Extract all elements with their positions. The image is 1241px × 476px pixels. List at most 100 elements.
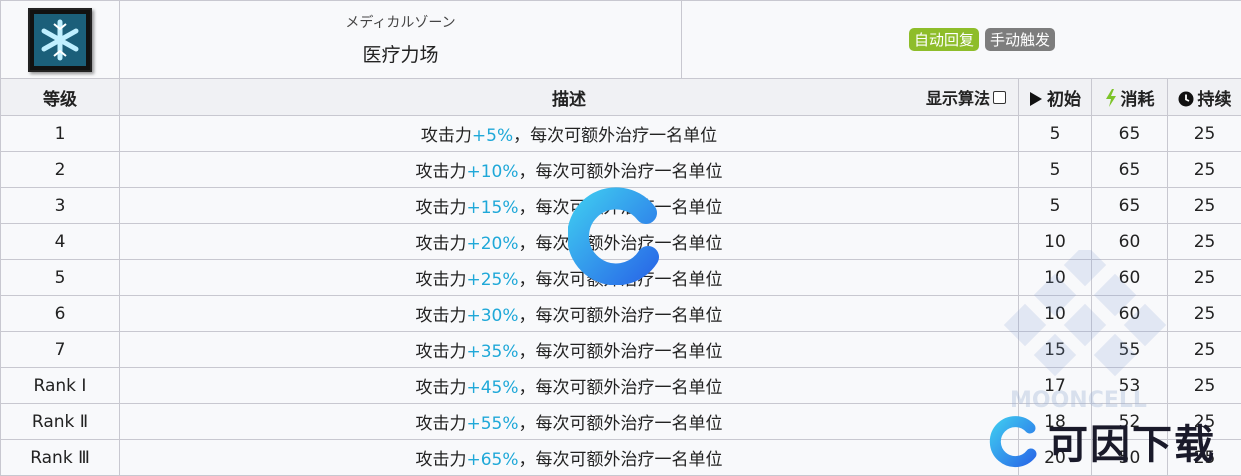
desc-prefix: 攻击力 (415, 414, 467, 434)
column-header-row: 等级 描述 显示算法 初始 消耗 持续 (0, 78, 1241, 116)
row-desc: 攻击力+5%，每次可额外治疗一名单位 (119, 115, 1019, 152)
desc-value: +25% (466, 270, 519, 290)
tag-manual-trigger: 手动触发 (985, 28, 1056, 51)
desc-prefix: 攻击力 (415, 342, 467, 362)
desc-value: +20% (466, 234, 519, 254)
row-initial: 10 (1018, 295, 1092, 332)
table-row: Rank Ⅰ 攻击力+45%，每次可额外治疗一名单位 17 53 25 (0, 367, 1241, 404)
row-level: 4 (0, 223, 120, 260)
row-initial: 5 (1018, 115, 1092, 152)
row-duration: 25 (1166, 295, 1241, 332)
desc-prefix: 攻击力 (415, 306, 467, 326)
row-desc: 攻击力+30%，每次可额外治疗一名单位 (119, 295, 1019, 332)
play-icon (1030, 91, 1042, 106)
desc-value: +35% (466, 342, 519, 362)
table-row: 4 攻击力+20%，每次可额外治疗一名单位 10 60 25 (0, 223, 1241, 260)
skill-tags-cell: 自动回复 手动触发 (680, 0, 1241, 79)
skill-name-cell: メディカルゾーン 医疗力场 (119, 0, 682, 79)
row-desc: 攻击力+10%，每次可额外治疗一名单位 (119, 151, 1019, 188)
desc-suffix: ，每次可额外治疗一名单位 (518, 342, 723, 362)
row-desc: 攻击力+15%，每次可额外治疗一名单位 (119, 187, 1019, 224)
desc-suffix: ，每次可额外治疗一名单位 (518, 306, 723, 326)
row-level: Rank Ⅰ (0, 367, 120, 404)
desc-suffix: ，每次可额外治疗一名单位 (518, 270, 723, 290)
skill-header-row: メディカルゾーン 医疗力场 自动回复 手动触发 (0, 0, 1241, 79)
row-initial: 5 (1018, 187, 1092, 224)
desc-suffix: ，每次可额外治疗一名单位 (518, 450, 723, 470)
desc-suffix: ，每次可额外治疗一名单位 (518, 198, 723, 218)
desc-suffix: ，每次可额外治疗一名单位 (518, 414, 723, 434)
row-desc: 攻击力+65%，每次可额外治疗一名单位 (119, 439, 1019, 476)
table-row: 5 攻击力+25%，每次可额外治疗一名单位 10 60 25 (0, 259, 1241, 296)
show-formula-checkbox[interactable] (993, 90, 1006, 104)
row-initial: 10 (1018, 223, 1092, 260)
desc-prefix: 攻击力 (415, 162, 467, 182)
row-level: 1 (0, 115, 120, 152)
skill-table: メディカルゾーン 医疗力场 自动回复手动触发 等级 描述 显示算法 初始 消耗 (0, 0, 1241, 476)
col-cost-label: 消耗 (1120, 89, 1155, 110)
desc-value: +55% (466, 414, 519, 434)
skill-name-cn: 医疗力场 (362, 44, 439, 66)
tag-auto-recovery: 自动回复 (909, 28, 980, 51)
col-desc: 描述 显示算法 (119, 78, 1019, 116)
row-desc: 攻击力+45%，每次可额外治疗一名单位 (119, 367, 1019, 404)
row-level: 3 (0, 187, 120, 224)
row-initial: 10 (1018, 259, 1092, 296)
row-initial: 17 (1018, 367, 1092, 404)
desc-prefix: 攻击力 (415, 270, 467, 290)
row-level: Rank Ⅱ (0, 403, 120, 440)
row-duration: 25 (1166, 259, 1241, 296)
row-level: 5 (0, 259, 120, 296)
row-initial: 18 (1018, 403, 1092, 440)
desc-prefix: 攻击力 (415, 450, 467, 470)
row-duration: 25 (1166, 151, 1241, 188)
table-row: Rank Ⅲ 攻击力+65%，每次可额外治疗一名单位 20 50 25 (0, 439, 1241, 476)
desc-suffix: ，每次可额外治疗一名单位 (518, 162, 723, 182)
row-duration: 25 (1166, 403, 1241, 440)
row-level: 2 (0, 151, 120, 188)
row-duration: 25 (1166, 115, 1241, 152)
row-duration: 25 (1166, 367, 1241, 404)
row-duration: 25 (1166, 223, 1241, 260)
col-initial-label: 初始 (1047, 89, 1081, 110)
row-duration: 25 (1166, 187, 1241, 224)
row-cost: 50 (1091, 439, 1168, 476)
table-row: 7 攻击力+35%，每次可额外治疗一名单位 15 55 25 (0, 331, 1241, 368)
desc-value: +15% (466, 198, 519, 218)
row-desc: 攻击力+55%，每次可额外治疗一名单位 (119, 403, 1019, 440)
row-desc: 攻击力+20%，每次可额外治疗一名单位 (119, 223, 1019, 260)
desc-prefix: 攻击力 (415, 198, 467, 218)
clock-icon (1178, 91, 1194, 106)
show-formula-toggle[interactable]: 显示算法 (926, 85, 1006, 109)
row-desc: 攻击力+35%，每次可额外治疗一名单位 (119, 331, 1019, 368)
desc-value: +10% (466, 162, 519, 182)
table-row: Rank Ⅱ 攻击力+55%，每次可额外治疗一名单位 18 52 25 (0, 403, 1241, 440)
row-cost: 65 (1091, 187, 1168, 224)
col-duration-label: 持续 (1197, 89, 1232, 110)
row-initial: 15 (1018, 331, 1092, 368)
desc-suffix: ，每次可额外治疗一名单位 (518, 234, 723, 254)
row-cost: 60 (1091, 223, 1168, 260)
col-desc-label: 描述 (552, 89, 586, 110)
row-cost: 60 (1091, 295, 1168, 332)
row-cost: 52 (1091, 403, 1168, 440)
lightning-icon (1105, 88, 1116, 107)
desc-prefix: 攻击力 (420, 126, 472, 146)
row-initial: 20 (1018, 439, 1092, 476)
snowflake-icon (28, 7, 92, 72)
row-cost: 65 (1091, 115, 1168, 152)
row-duration: 25 (1166, 331, 1241, 368)
row-cost: 53 (1091, 367, 1168, 404)
skill-name-jp: メディカルゾーン (345, 15, 456, 31)
col-cost: 消耗 (1091, 78, 1168, 116)
row-cost: 60 (1091, 259, 1168, 296)
table-row: 2 攻击力+10%，每次可额外治疗一名单位 5 65 25 (0, 151, 1241, 188)
col-level: 等级 (0, 78, 120, 116)
skill-icon-cell (0, 0, 120, 79)
row-desc: 攻击力+25%，每次可额外治疗一名单位 (119, 259, 1019, 296)
col-initial: 初始 (1018, 78, 1092, 116)
col-duration: 持续 (1166, 78, 1241, 116)
row-initial: 5 (1018, 151, 1092, 188)
desc-value: +65% (466, 450, 519, 470)
desc-value: +45% (466, 378, 519, 398)
